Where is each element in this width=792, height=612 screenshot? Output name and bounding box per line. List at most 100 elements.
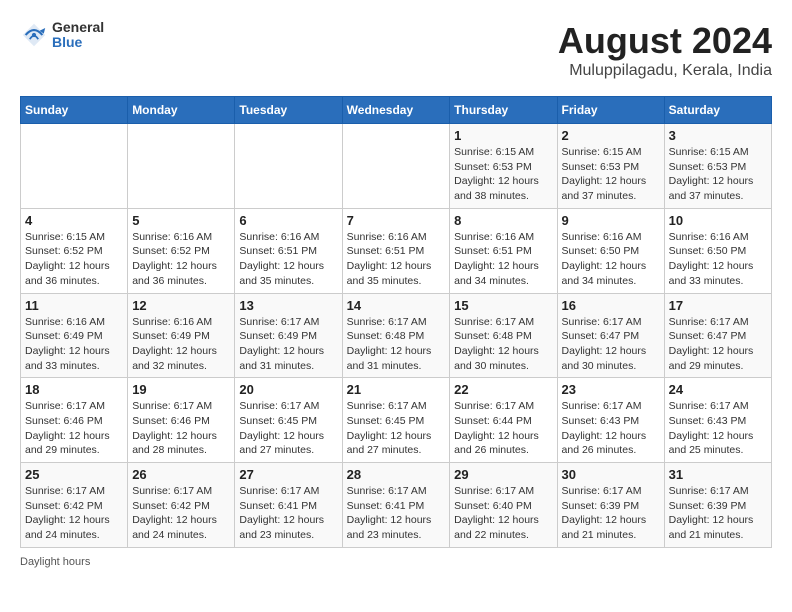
day-detail: Sunrise: 6:16 AM Sunset: 6:52 PM Dayligh… (132, 230, 230, 289)
day-number: 19 (132, 382, 230, 397)
day-cell: 1Sunrise: 6:15 AM Sunset: 6:53 PM Daylig… (450, 124, 557, 209)
day-cell: 31 Sunrise: 6:17 AM Sunset: 6:39 PM Dayli… (664, 463, 771, 548)
day-number: 7 (347, 213, 446, 228)
day-cell (128, 124, 235, 209)
day-detail: Sunrise: 6:17 AM Sunset: 6:39 PM Dayligh… (562, 484, 660, 543)
day-number: 12 (132, 298, 230, 313)
day-cell (235, 124, 342, 209)
day-detail: Sunrise: 6:16 AM Sunset: 6:50 PM Dayligh… (669, 230, 767, 289)
page-subtitle: Muluppilagadu, Kerala, India (558, 62, 772, 80)
day-cell: 12 Sunrise: 6:16 AM Sunset: 6:49 PM Dayli… (128, 293, 235, 378)
day-number: 21 (347, 382, 446, 397)
footer: Daylight hours (20, 556, 772, 568)
day-detail: Sunrise: 6:16 AM Sunset: 6:49 PM Dayligh… (132, 315, 230, 374)
day-detail: Sunrise: 6:16 AM Sunset: 6:49 PM Dayligh… (25, 315, 123, 374)
logo-general: General (52, 20, 104, 35)
day-number: 6 (239, 213, 337, 228)
day-number: 14 (347, 298, 446, 313)
day-cell: 29 Sunrise: 6:17 AM Sunset: 6:40 PM Dayli… (450, 463, 557, 548)
day-detail: Sunrise: 6:17 AM Sunset: 6:41 PM Dayligh… (239, 484, 337, 543)
day-cell (342, 124, 450, 209)
column-header-sunday: Sunday (21, 97, 128, 124)
day-number: 4 (25, 213, 123, 228)
week-row-1: 1 Sunrise: 6:15 AM Sunset: 6:53 PM Daylig… (21, 124, 772, 209)
page-title: August 2024 (558, 20, 772, 62)
day-cell: 20Sunrise: 6:17 AM Sunset: 6:45 PM Dayli… (235, 378, 342, 463)
column-header-monday: Monday (128, 97, 235, 124)
day-cell: 15Sunrise: 6:17 AM Sunset: 6:48 PM Dayli… (450, 293, 557, 378)
day-cell: 9 Sunrise: 6:16 AM Sunset: 6:50 PM Daylig… (557, 208, 664, 293)
day-detail: Sunrise: 6:17 AM Sunset: 6:47 PM Dayligh… (669, 315, 767, 374)
day-detail: Sunrise: 6:17 AM Sunset: 6:44 PM Dayligh… (454, 399, 552, 458)
day-cell (21, 124, 128, 209)
day-cell: 27Sunrise: 6:17 AM Sunset: 6:41 PM Dayli… (235, 463, 342, 548)
day-detail: Sunrise: 6:17 AM Sunset: 6:43 PM Dayligh… (562, 399, 660, 458)
day-number: 18 (25, 382, 123, 397)
day-cell: 18Sunrise: 6:17 AM Sunset: 6:46 PM Dayli… (21, 378, 128, 463)
day-number: 23 (562, 382, 660, 397)
day-cell: 3 Sunrise: 6:15 AM Sunset: 6:53 PM Daylig… (664, 124, 771, 209)
day-number: 9 (562, 213, 660, 228)
column-header-wednesday: Wednesday (342, 97, 450, 124)
page-header: General Blue August 2024 Muluppilagadu, … (20, 20, 772, 80)
day-detail: Sunrise: 6:17 AM Sunset: 6:42 PM Dayligh… (132, 484, 230, 543)
day-number: 3 (669, 128, 767, 143)
day-cell: 28Sunrise: 6:17 AM Sunset: 6:41 PM Dayli… (342, 463, 450, 548)
day-number: 24 (669, 382, 767, 397)
day-detail: Sunrise: 6:16 AM Sunset: 6:51 PM Dayligh… (347, 230, 446, 289)
day-detail: Sunrise: 6:17 AM Sunset: 6:46 PM Dayligh… (132, 399, 230, 458)
week-row-3: 11Sunrise: 6:16 AM Sunset: 6:49 PM Dayli… (21, 293, 772, 378)
day-detail: Sunrise: 6:16 AM Sunset: 6:50 PM Dayligh… (562, 230, 660, 289)
day-number: 5 (132, 213, 230, 228)
day-number: 13 (239, 298, 337, 313)
title-block: August 2024 Muluppilagadu, Kerala, India (558, 20, 772, 80)
column-header-friday: Friday (557, 97, 664, 124)
day-number: 2 (562, 128, 660, 143)
column-header-thursday: Thursday (450, 97, 557, 124)
day-detail: Sunrise: 6:17 AM Sunset: 6:45 PM Dayligh… (347, 399, 446, 458)
day-detail: Sunrise: 6:17 AM Sunset: 6:48 PM Dayligh… (347, 315, 446, 374)
day-cell: 10 Sunrise: 6:16 AM Sunset: 6:50 PM Dayli… (664, 208, 771, 293)
day-number: 15 (454, 298, 552, 313)
day-cell: 30Sunrise: 6:17 AM Sunset: 6:39 PM Dayli… (557, 463, 664, 548)
day-cell: 4 Sunrise: 6:15 AM Sunset: 6:52 PM Daylig… (21, 208, 128, 293)
day-cell: 7 Sunrise: 6:16 AM Sunset: 6:51 PM Daylig… (342, 208, 450, 293)
day-detail: Sunrise: 6:15 AM Sunset: 6:52 PM Dayligh… (25, 230, 123, 289)
day-detail: Sunrise: 6:17 AM Sunset: 6:42 PM Dayligh… (25, 484, 123, 543)
day-number: 29 (454, 467, 552, 482)
day-number: 16 (562, 298, 660, 313)
day-number: 25 (25, 467, 123, 482)
day-cell: 24Sunrise: 6:17 AM Sunset: 6:43 PM Dayli… (664, 378, 771, 463)
day-detail: Sunrise: 6:17 AM Sunset: 6:40 PM Dayligh… (454, 484, 552, 543)
day-cell: 6Sunrise: 6:16 AM Sunset: 6:51 PM Daylig… (235, 208, 342, 293)
day-cell: 21 Sunrise: 6:17 AM Sunset: 6:45 PM Dayli… (342, 378, 450, 463)
header-row: SundayMondayTuesdayWednesdayThursdayFrid… (21, 97, 772, 124)
day-number: 1 (454, 128, 552, 143)
day-cell: 2 Sunrise: 6:15 AM Sunset: 6:53 PM Daylig… (557, 124, 664, 209)
logo-text: General Blue (52, 20, 104, 51)
day-cell: 17 Sunrise: 6:17 AM Sunset: 6:47 PM Dayli… (664, 293, 771, 378)
day-number: 10 (669, 213, 767, 228)
day-detail: Sunrise: 6:15 AM Sunset: 6:53 PM Dayligh… (562, 145, 660, 204)
day-cell: 19 Sunrise: 6:17 AM Sunset: 6:46 PM Dayli… (128, 378, 235, 463)
day-cell: 26 Sunrise: 6:17 AM Sunset: 6:42 PM Dayli… (128, 463, 235, 548)
day-cell: 11Sunrise: 6:16 AM Sunset: 6:49 PM Dayli… (21, 293, 128, 378)
day-cell: 14 Sunrise: 6:17 AM Sunset: 6:48 PM Dayli… (342, 293, 450, 378)
day-detail: Sunrise: 6:17 AM Sunset: 6:47 PM Dayligh… (562, 315, 660, 374)
day-number: 17 (669, 298, 767, 313)
day-detail: Sunrise: 6:17 AM Sunset: 6:45 PM Dayligh… (239, 399, 337, 458)
day-cell: 16 Sunrise: 6:17 AM Sunset: 6:47 PM Dayli… (557, 293, 664, 378)
day-detail: Sunrise: 6:16 AM Sunset: 6:51 PM Dayligh… (454, 230, 552, 289)
day-detail: Sunrise: 6:17 AM Sunset: 6:39 PM Dayligh… (669, 484, 767, 543)
day-number: 31 (669, 467, 767, 482)
day-cell: 5 Sunrise: 6:16 AM Sunset: 6:52 PM Daylig… (128, 208, 235, 293)
logo-blue: Blue (52, 35, 104, 50)
column-header-saturday: Saturday (664, 97, 771, 124)
day-detail: Sunrise: 6:15 AM Sunset: 6:53 PM Dayligh… (669, 145, 767, 204)
week-row-5: 25 Sunrise: 6:17 AM Sunset: 6:42 PM Dayli… (21, 463, 772, 548)
day-cell: 25 Sunrise: 6:17 AM Sunset: 6:42 PM Dayli… (21, 463, 128, 548)
day-number: 26 (132, 467, 230, 482)
week-row-2: 4 Sunrise: 6:15 AM Sunset: 6:52 PM Daylig… (21, 208, 772, 293)
week-row-4: 18 Sunrise: 6:17 AM Sunset: 6:46 PM Dayli… (21, 378, 772, 463)
column-header-tuesday: Tuesday (235, 97, 342, 124)
